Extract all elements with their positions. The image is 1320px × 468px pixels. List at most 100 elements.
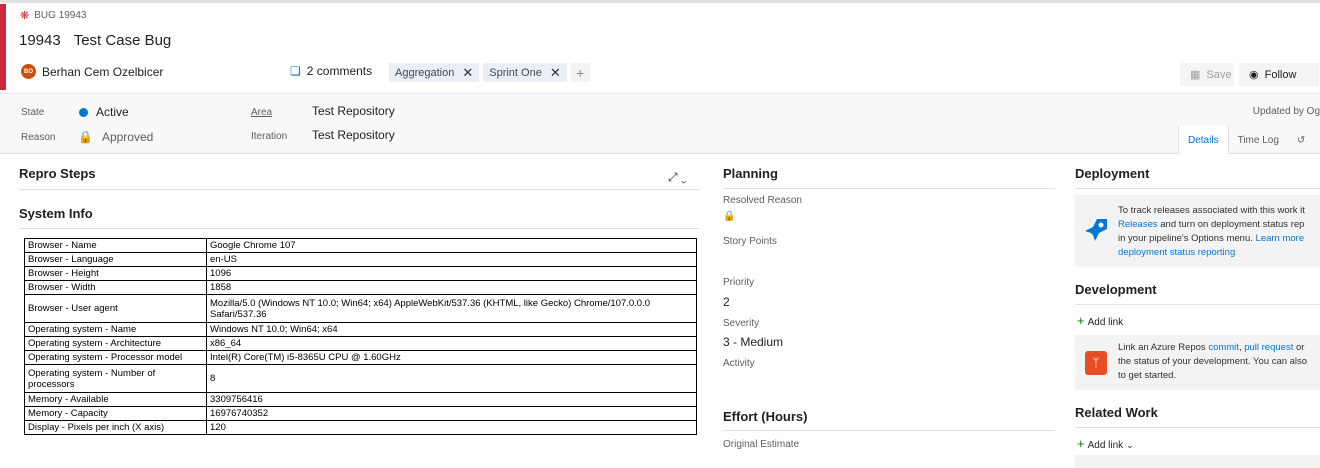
development-info: ᛉ Link an Azure Repos commit, pull reque… bbox=[1075, 335, 1320, 390]
lock-icon: 🔒 bbox=[723, 211, 736, 222]
table-row: Browser - Name Google Chrome 107 bbox=[24, 238, 697, 253]
tag-list: Aggregation ✕ Sprint One ✕ + bbox=[389, 63, 590, 82]
chevron-down-icon: ⌄ bbox=[1126, 440, 1134, 450]
table-cell-value: x86_64 bbox=[206, 336, 697, 351]
commit-link[interactable]: commit bbox=[1208, 342, 1239, 353]
table-cell-value: Intel(R) Core(TM) i5-8365U CPU @ 1.60GHz bbox=[206, 350, 697, 365]
effort-title: Effort (Hours) bbox=[723, 409, 808, 424]
close-icon[interactable]: ✕ bbox=[550, 65, 561, 81]
deploy-text-2: Releases and turn on deployment status r… bbox=[1118, 218, 1304, 232]
tag[interactable]: Sprint One ✕ bbox=[483, 63, 567, 82]
assignee-name[interactable]: Berhan Cem Ozelbicer bbox=[42, 65, 163, 79]
table-cell-value: Mozilla/5.0 (Windows NT 10.0; Win64; x64… bbox=[206, 294, 697, 323]
work-item-title-text[interactable]: Test Case Bug bbox=[74, 32, 172, 49]
priority-field[interactable]: 2 bbox=[723, 295, 730, 309]
iteration-label: Iteration bbox=[251, 131, 288, 142]
area-field[interactable]: Test Repository bbox=[312, 104, 395, 118]
table-row: Browser - Height 1096 bbox=[24, 266, 697, 281]
area-label: Area bbox=[251, 107, 273, 118]
iteration-field[interactable]: Test Repository bbox=[312, 128, 395, 142]
save-label: Save bbox=[1206, 68, 1232, 81]
table-cell-value: 120 bbox=[206, 420, 697, 435]
dev-text-1-tail: or bbox=[1293, 342, 1305, 353]
deploy-text-3-lead: in your pipeline's Options menu. bbox=[1118, 233, 1256, 244]
tab-time-log[interactable]: Time Log bbox=[1229, 126, 1288, 154]
dev-text-3: to get started. bbox=[1118, 370, 1177, 381]
tag[interactable]: Aggregation ✕ bbox=[389, 63, 480, 82]
table-cell-value: en-US bbox=[206, 252, 697, 267]
tag-label: Aggregation bbox=[395, 66, 455, 79]
table-row: Memory - Available 3309756416 bbox=[24, 392, 697, 407]
table-cell-key: Browser - Name bbox=[24, 238, 207, 253]
comments-link[interactable]: ❏ 2 comments bbox=[290, 64, 372, 78]
learn-more-link[interactable]: Learn more bbox=[1256, 233, 1305, 244]
divider bbox=[723, 188, 1055, 189]
dev-text-1: Link an Azure Repos commit, pull request… bbox=[1118, 341, 1304, 355]
work-item-id: 19943 bbox=[19, 32, 61, 49]
table-row: Display - Pixels per inch (X axis) 120 bbox=[24, 420, 697, 435]
divider bbox=[723, 430, 1055, 431]
work-item-type-accent bbox=[0, 4, 6, 90]
follow-label: Follow bbox=[1264, 68, 1297, 81]
reason-label: Reason bbox=[21, 132, 56, 143]
table-cell-key: Browser - Height bbox=[24, 266, 207, 281]
add-related-link-button[interactable]: + Add link ⌄ bbox=[1077, 436, 1134, 451]
bug-icon: ❋ bbox=[20, 10, 30, 22]
releases-link[interactable]: Releases bbox=[1118, 219, 1158, 230]
divider bbox=[19, 228, 699, 229]
comments-count[interactable]: 2 comments bbox=[307, 64, 372, 78]
add-link-button[interactable]: + Add link bbox=[1077, 313, 1123, 328]
form-tabs: Details Time Log ↺ bbox=[1178, 126, 1314, 154]
deployment-status-link[interactable]: deployment status reporting bbox=[1118, 246, 1235, 260]
reason-field: 🔒 Approved bbox=[78, 130, 153, 144]
plus-icon: + bbox=[1077, 436, 1085, 451]
system-info-title: System Info bbox=[19, 206, 93, 221]
state-value: Active bbox=[96, 105, 129, 119]
comment-icon: ❏ bbox=[290, 64, 301, 78]
table-row: Memory - Capacity 16976740352 bbox=[24, 406, 697, 421]
work-item-type: ❋ BUG 19943 bbox=[20, 9, 86, 22]
plus-icon: + bbox=[1077, 313, 1085, 328]
repro-steps-title: Repro Steps bbox=[19, 166, 96, 181]
lock-icon: 🔒 bbox=[78, 130, 93, 144]
table-row: Operating system - Processor model Intel(… bbox=[24, 350, 697, 365]
table-cell-key: Operating system - Architecture bbox=[24, 336, 207, 351]
eye-icon: ◉ bbox=[1249, 69, 1259, 81]
close-icon[interactable]: ✕ bbox=[462, 65, 473, 81]
table-cell-key: Operating system - Name bbox=[24, 322, 207, 337]
severity-field[interactable]: 3 - Medium bbox=[723, 335, 783, 349]
tab-details[interactable]: Details bbox=[1178, 126, 1229, 154]
table-row: Operating system - Number of processors 8 bbox=[24, 364, 697, 393]
avatar: BO bbox=[21, 64, 36, 79]
divider bbox=[1075, 188, 1320, 189]
table-cell-key: Operating system - Number of processors bbox=[24, 364, 207, 393]
work-item-type-label: BUG 19943 bbox=[34, 10, 87, 21]
table-row: Operating system - Name Windows NT 10.0; … bbox=[24, 322, 697, 337]
updated-by-text: Updated by Og bbox=[1252, 106, 1320, 117]
table-cell-key: Browser - Language bbox=[24, 252, 207, 267]
divider bbox=[19, 189, 699, 190]
table-row: Operating system - Architecture x86_64 bbox=[24, 336, 697, 351]
table-cell-key: Browser - User agent bbox=[24, 294, 207, 323]
rocket-icon bbox=[1085, 219, 1107, 241]
assigned-to-field[interactable]: BO Berhan Cem Ozelbicer bbox=[21, 64, 163, 79]
expand-icon[interactable]: ⤢ ⌄ bbox=[668, 170, 687, 185]
state-field[interactable]: Active bbox=[79, 105, 129, 119]
related-work-title: Related Work bbox=[1075, 405, 1158, 420]
table-cell-value: Google Chrome 107 bbox=[206, 238, 697, 253]
state-dot-icon bbox=[79, 108, 88, 117]
table-row: Browser - Language en-US bbox=[24, 252, 697, 267]
dev-text-2: the status of your development. You can … bbox=[1118, 356, 1308, 367]
work-item-title[interactable]: 19943 Test Case Bug bbox=[19, 32, 171, 49]
follow-button[interactable]: ◉ Follow bbox=[1239, 63, 1319, 86]
state-label: State bbox=[21, 107, 45, 118]
repos-icon: ᛉ bbox=[1085, 351, 1107, 375]
add-link-label: Add link bbox=[1087, 317, 1124, 328]
history-icon[interactable]: ↺ bbox=[1288, 126, 1314, 154]
header-fields-band bbox=[0, 93, 1320, 154]
add-tag-button[interactable]: + bbox=[570, 63, 590, 82]
severity-label: Severity bbox=[723, 318, 760, 329]
pull-request-link[interactable]: pull request bbox=[1244, 342, 1293, 353]
save-button[interactable]: ▦ Save bbox=[1180, 63, 1234, 86]
table-cell-value: 1096 bbox=[206, 266, 697, 281]
